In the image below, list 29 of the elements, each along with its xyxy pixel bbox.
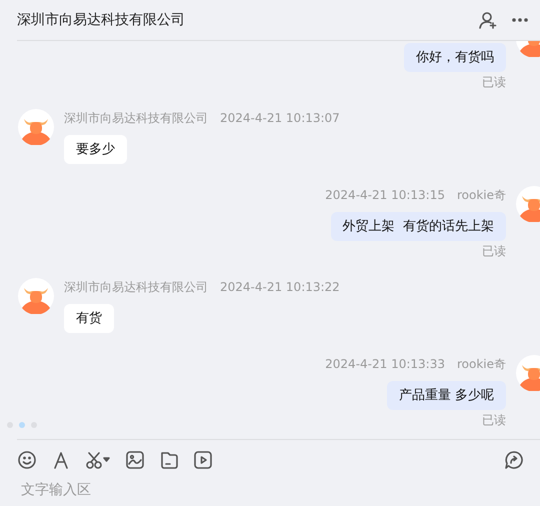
font-icon[interactable] — [51, 450, 71, 470]
scissors-icon[interactable] — [85, 450, 111, 470]
message-bubble: 产品重量 多少呢 — [386, 381, 506, 410]
avatar-icon — [18, 109, 54, 145]
image-icon[interactable] — [125, 450, 145, 470]
add-user-icon[interactable] — [478, 10, 498, 30]
read-status: 已读 — [482, 244, 506, 258]
message-bubble: 有货 — [64, 304, 114, 333]
message-time: 2024-4-21 10:13:22 — [220, 280, 340, 294]
avatar-icon — [18, 278, 54, 314]
message-bubble: 外贸上架 有货的话先上架 — [330, 212, 506, 241]
message-input[interactable]: 文字输入区 — [21, 482, 321, 498]
read-status: 已读 — [482, 413, 506, 427]
typing-dots-icon — [6, 421, 38, 429]
message-time: 2024-4-21 10:13:07 — [220, 111, 340, 125]
message-bubble: 你好，有货吗 — [404, 43, 506, 72]
message-time: 2024-4-21 10:13:33 — [325, 357, 445, 371]
sender-name: rookie奇 — [456, 186, 506, 204]
file-icon[interactable] — [159, 450, 179, 470]
share-icon[interactable] — [504, 450, 524, 470]
sender-name: 深圳市向易达科技有限公司 — [64, 110, 208, 126]
message-time: 2024-4-21 10:13:15 — [325, 188, 445, 202]
read-status: 已读 — [482, 75, 506, 89]
sender-name: 深圳市向易达科技有限公司 — [64, 278, 208, 296]
message-bubble: 要多少 — [64, 135, 127, 164]
emoji-icon[interactable] — [17, 450, 37, 470]
sender-name: rookie奇 — [456, 356, 506, 372]
video-icon[interactable] — [193, 450, 213, 470]
chat-title: 深圳市向易达科技有限公司 — [17, 11, 185, 29]
